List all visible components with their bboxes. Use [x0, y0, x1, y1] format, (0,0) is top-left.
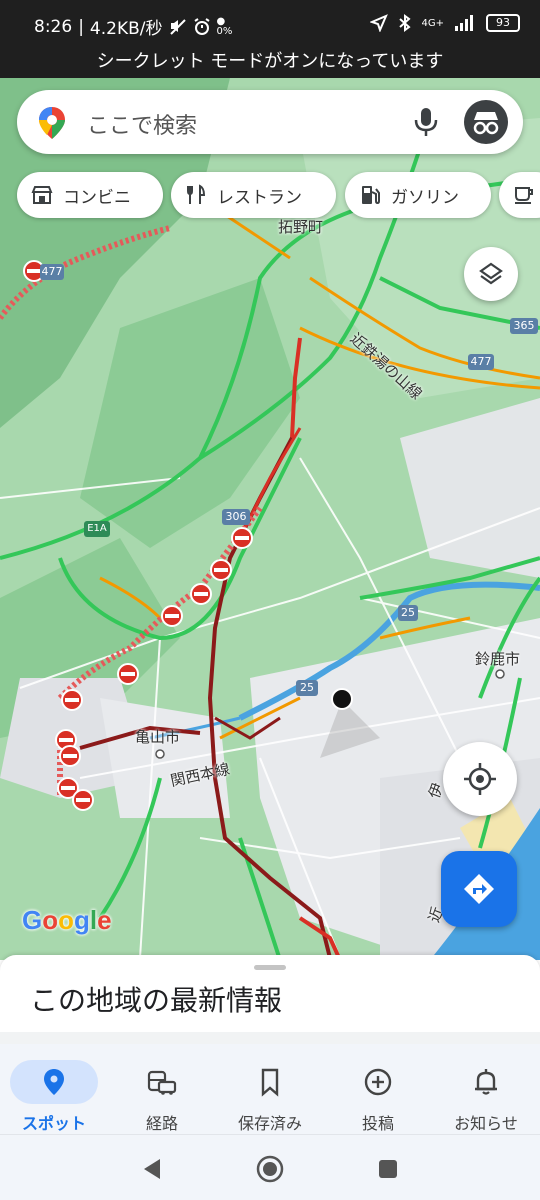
network-type: 4G+ [421, 17, 445, 29]
add-circle-icon [364, 1068, 392, 1096]
bookmark-icon [261, 1068, 279, 1097]
status-right: 4G+ 93 [369, 14, 520, 32]
nav-label-contribute: 投稿 [361, 1114, 394, 1133]
sheet-drag-handle[interactable] [254, 965, 286, 970]
route-shield-477-west: 477 [40, 264, 64, 280]
nav-contribute[interactable]: 投稿 [324, 1052, 432, 1133]
back-icon[interactable] [136, 1153, 168, 1185]
gas-station-icon [362, 186, 380, 205]
place-pin-icon [44, 1069, 64, 1095]
recents-icon[interactable] [372, 1153, 404, 1185]
search-input[interactable]: ここで検索 [87, 108, 197, 140]
chip-restaurant[interactable]: レストラン [171, 172, 336, 218]
mic-icon[interactable] [411, 106, 441, 138]
nav-explore[interactable]: スポット [0, 1052, 108, 1133]
status-left: 8:26 | 4.2KB/秒 ● 0% [34, 15, 233, 39]
nav-saved[interactable]: 保存済み [216, 1052, 324, 1133]
chip-gas-station[interactable]: ガソリン [345, 172, 491, 218]
route-shield-477-east: 477 [468, 354, 494, 370]
map-label-kameyama: 亀山市 [135, 728, 181, 746]
map-label-suzuka: 鈴鹿市 [475, 650, 521, 668]
bottom-navigation: スポット 経路 保存済み 投稿 お知らせ [0, 1044, 540, 1134]
nav-updates[interactable]: お知らせ [432, 1052, 540, 1133]
bottom-sheet[interactable]: この地域の最新情報 [0, 955, 540, 1035]
search-bar[interactable]: ここで検索 [17, 90, 523, 154]
coffee-icon [515, 187, 533, 204]
status-time: 8:26 [34, 16, 73, 37]
nav-label-commute: 経路 [145, 1114, 178, 1133]
nav-label-saved: 保存済み [237, 1114, 302, 1133]
layers-icon [479, 262, 503, 285]
restaurant-icon [187, 184, 206, 204]
maps-pin-icon [39, 107, 65, 139]
sheet-title: この地域の最新情報 [30, 984, 283, 1017]
nav-label-explore: スポット [21, 1114, 86, 1133]
battery-indicator: 93 [486, 14, 520, 32]
route-shield-365: 365 [510, 318, 538, 334]
incognito-banner: シークレット モードがオンになっています [0, 48, 540, 78]
google-logo: Google [22, 905, 112, 935]
directions-button[interactable] [441, 851, 517, 927]
system-navigation-bar [0, 1134, 540, 1200]
directions-icon [464, 874, 494, 904]
incognito-icon [473, 112, 499, 135]
status-speed: 4.2KB/秒 [89, 19, 163, 39]
data-saver-indicator: ● 0% [216, 15, 233, 37]
route-shield-25-south: 25 [296, 680, 318, 696]
route-shield-e1a: E1A [84, 521, 110, 537]
home-icon[interactable] [254, 1153, 286, 1185]
bluetooth-icon [398, 14, 411, 32]
incognito-avatar-button[interactable] [464, 100, 508, 144]
nav-commute[interactable]: 経路 [108, 1052, 216, 1133]
sheet-divider [0, 1032, 540, 1044]
mute-icon [169, 18, 186, 35]
alarm-icon [193, 17, 210, 35]
route-shield-25-north: 25 [398, 605, 418, 621]
my-location-button[interactable] [443, 742, 517, 816]
commute-icon [147, 1070, 177, 1095]
map-label-tsuge: 拓野町 [278, 218, 324, 236]
nav-label-updates: お知らせ [454, 1114, 518, 1133]
bell-icon [475, 1069, 497, 1095]
crosshair-icon [464, 763, 496, 795]
signal-icon [455, 15, 473, 31]
chip-convenience-store[interactable]: コンビニ [17, 172, 163, 218]
layers-button[interactable] [464, 247, 518, 301]
chip-coffee[interactable] [499, 172, 540, 218]
status-bar: 8:26 | 4.2KB/秒 ● 0% 4G+ 93 [0, 0, 540, 48]
route-shield-306: 306 [222, 509, 250, 525]
location-arrow-icon [369, 14, 388, 32]
store-icon [31, 186, 53, 204]
